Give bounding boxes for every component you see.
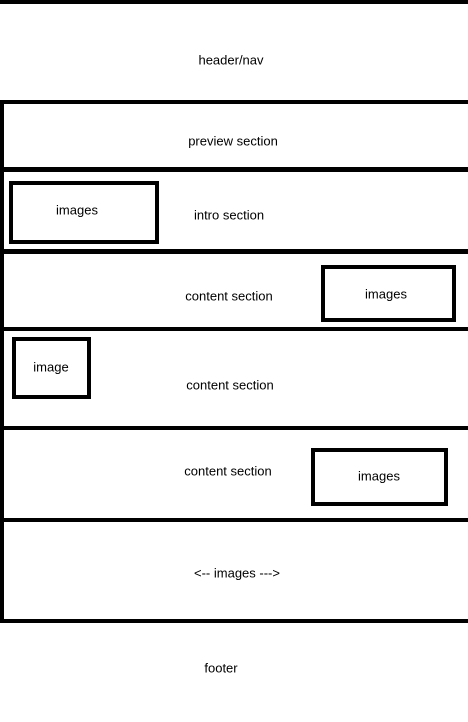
separator-header-preview bbox=[0, 100, 468, 104]
top-border bbox=[0, 0, 468, 4]
intro-images-label: images bbox=[56, 202, 98, 218]
gallery-images-label: <-- images ---> bbox=[194, 565, 280, 581]
preview-section-label: preview section bbox=[188, 133, 278, 149]
separator-intro-content1 bbox=[0, 249, 468, 254]
separator-content2-content3 bbox=[0, 426, 468, 430]
separator-preview-intro bbox=[0, 167, 468, 172]
separator-content1-content2 bbox=[0, 327, 468, 331]
content-section-2-label: content section bbox=[186, 377, 274, 393]
content-3-images-label: images bbox=[358, 468, 400, 484]
header-nav-label: header/nav bbox=[198, 52, 264, 68]
footer-label: footer bbox=[204, 660, 238, 676]
separator-content3-gallery bbox=[0, 518, 468, 522]
intro-section-label: intro section bbox=[193, 207, 265, 223]
content-section-3-label: content section bbox=[184, 463, 272, 479]
separator-gallery-footer bbox=[0, 619, 468, 623]
content-section-1-label: content section bbox=[185, 288, 273, 304]
sections-left-border bbox=[0, 101, 4, 623]
content-2-image-label: image bbox=[33, 359, 69, 375]
content-1-images-label: images bbox=[365, 286, 407, 302]
